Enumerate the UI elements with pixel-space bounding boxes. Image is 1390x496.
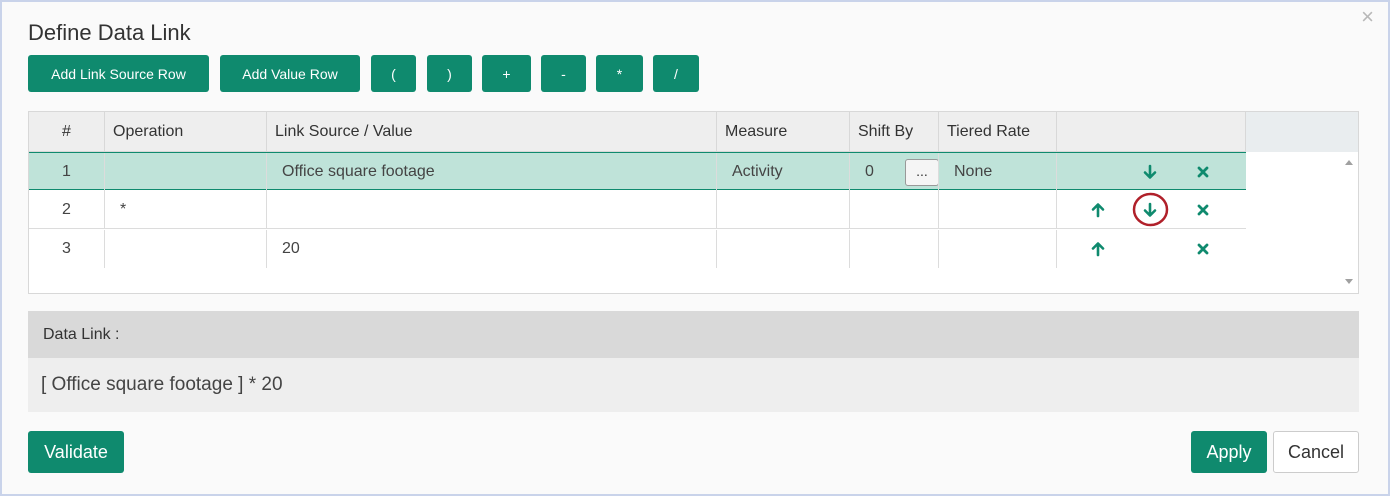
column-header-number: # — [29, 112, 105, 152]
arrow-up-icon[interactable] — [1087, 199, 1109, 221]
column-header-operation: Operation — [105, 112, 267, 152]
operation-cell[interactable] — [105, 153, 267, 191]
measure-cell[interactable] — [717, 230, 850, 268]
data-link-label: Data Link : — [28, 311, 1359, 358]
data-link-grid: # Operation Link Source / Value Measure … — [28, 111, 1359, 294]
grid-header: # Operation Link Source / Value Measure … — [29, 112, 1358, 152]
link-source-cell[interactable]: Office square footage ... — [267, 153, 939, 191]
divide-button[interactable]: / — [653, 55, 699, 92]
close-paren-button[interactable]: ) — [427, 55, 472, 92]
row-number: 2 — [29, 191, 105, 229]
plus-button[interactable]: + — [482, 55, 531, 92]
apply-button[interactable]: Apply — [1191, 431, 1267, 473]
minus-button[interactable]: - — [541, 55, 586, 92]
table-row[interactable]: 3 20 — [29, 230, 1246, 268]
actions-cell — [1057, 191, 1246, 229]
highlight-ring — [1132, 192, 1169, 227]
validate-button[interactable]: Validate — [28, 431, 124, 473]
delete-x-icon[interactable] — [1192, 238, 1214, 260]
shift-by-cell[interactable] — [850, 191, 939, 229]
column-header-tiered-rate: Tiered Rate — [939, 112, 1057, 152]
cancel-button[interactable]: Cancel — [1273, 431, 1359, 473]
column-header-actions — [1057, 112, 1246, 152]
close-icon[interactable]: × — [1361, 6, 1374, 28]
header-filler — [1246, 112, 1358, 152]
delete-x-icon[interactable] — [1192, 199, 1214, 221]
define-data-link-dialog: × Define Data Link Add Link Source Row A… — [0, 0, 1390, 496]
add-link-source-row-button[interactable]: Add Link Source Row — [28, 55, 209, 92]
link-source-cell[interactable] — [267, 191, 717, 229]
shift-by-cell[interactable]: 0 — [850, 153, 939, 191]
multiply-button[interactable]: * — [596, 55, 643, 92]
delete-x-icon[interactable] — [1192, 161, 1214, 183]
measure-cell[interactable]: Activity — [717, 153, 850, 191]
operation-cell[interactable]: * — [105, 191, 267, 229]
row-number: 3 — [29, 230, 105, 268]
arrow-down-icon[interactable] — [1139, 161, 1161, 183]
column-header-link-source: Link Source / Value — [267, 112, 717, 152]
actions-cell — [1057, 230, 1246, 268]
scroll-up-icon[interactable] — [1345, 160, 1353, 165]
tiered-rate-cell[interactable] — [939, 230, 1057, 268]
row-number: 1 — [29, 153, 105, 191]
data-link-expression: [ Office square footage ] * 20 — [28, 358, 1359, 412]
column-header-shift-by: Shift By — [850, 112, 939, 152]
tiered-rate-cell[interactable]: None — [939, 153, 1057, 191]
measure-cell[interactable] — [717, 191, 850, 229]
add-value-row-button[interactable]: Add Value Row — [220, 55, 360, 92]
tiered-rate-cell[interactable] — [939, 191, 1057, 229]
link-source-value: Office square footage — [282, 163, 435, 180]
column-header-measure: Measure — [717, 112, 850, 152]
open-paren-button[interactable]: ( — [371, 55, 416, 92]
grid-scrollbar[interactable] — [1339, 152, 1358, 293]
dialog-title: Define Data Link — [28, 20, 191, 45]
actions-cell — [1057, 153, 1246, 191]
table-row[interactable]: 2 * — [29, 191, 1246, 229]
arrow-up-icon[interactable] — [1087, 238, 1109, 260]
link-source-cell[interactable]: 20 — [267, 230, 717, 268]
shift-by-cell[interactable] — [850, 230, 939, 268]
operation-cell[interactable] — [105, 230, 267, 268]
table-row[interactable]: 1 Office square footage ... Activity 0 N… — [29, 152, 1246, 191]
scroll-down-icon[interactable] — [1345, 279, 1353, 284]
